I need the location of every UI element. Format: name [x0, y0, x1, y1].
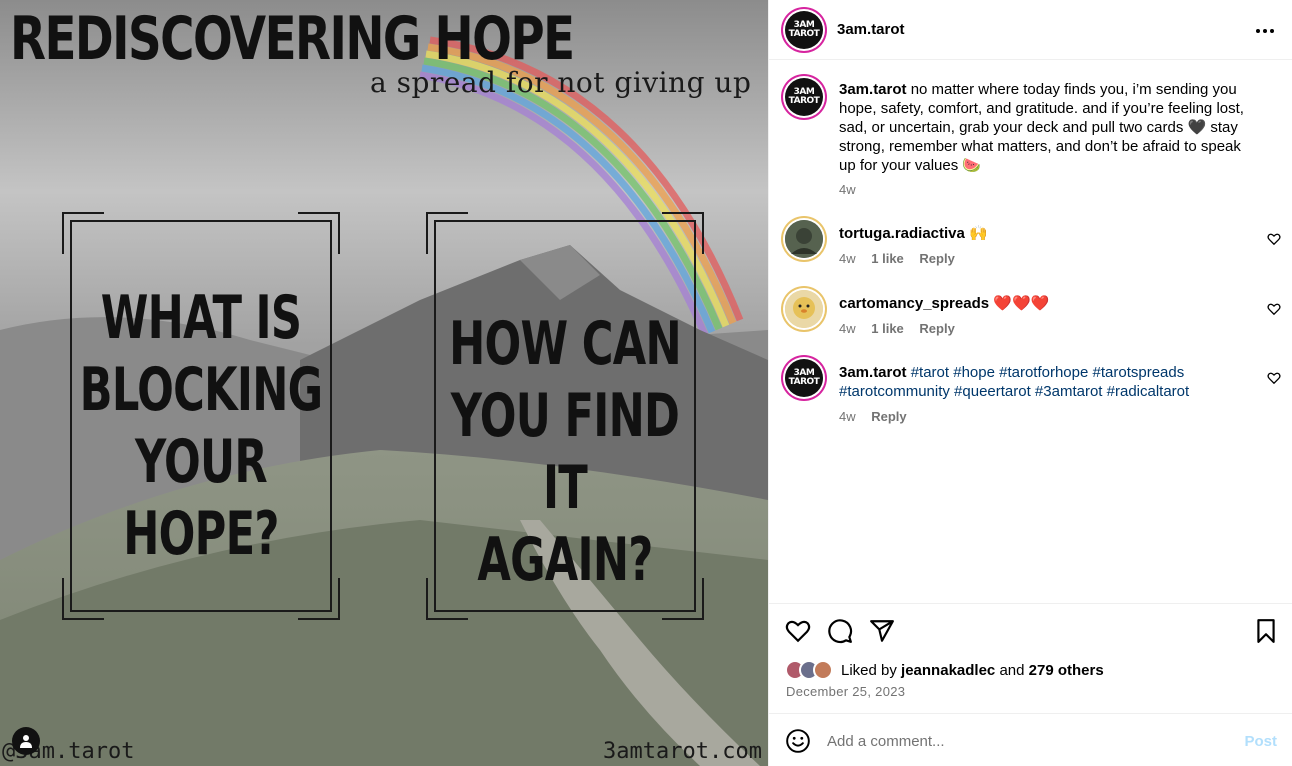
comment-body: tortuga.radiactiva 🙌 [839, 224, 1259, 243]
post-actions: Liked by jeannakadlec and 279 others Dec… [769, 603, 1292, 713]
comment-time[interactable]: 4w [839, 409, 856, 424]
comment-time[interactable]: 4w [839, 321, 856, 336]
caption-meta: 4w [839, 182, 868, 197]
liked-by-row: Liked by jeannakadlec and 279 others [785, 660, 1104, 680]
comment-item: cartomancy_spreads ❤️❤️❤️ 4w 1 like Repl… [769, 290, 1292, 340]
image-subtitle: a spread for not giving up [370, 66, 752, 99]
like-heart-icon[interactable] [785, 618, 811, 644]
commenter-avatar[interactable] [785, 220, 823, 258]
post-comment-button[interactable]: Post [1244, 733, 1277, 750]
comment-item: tortuga.radiactiva 🙌 4w 1 like Reply [769, 220, 1292, 270]
tagged-users-button[interactable] [12, 727, 40, 755]
emoji-smiley-icon[interactable] [785, 728, 811, 754]
caption-avatar[interactable]: 3AM TAROT [785, 78, 823, 116]
post-date[interactable]: December 25, 2023 [786, 684, 905, 699]
post-header: 3AM TAROT 3am.tarot [769, 0, 1292, 60]
more-horizontal-icon [1256, 29, 1274, 33]
image-title: REDISCOVERING HOPE [10, 4, 575, 74]
caption: 3AM TAROT 3am.tarot no matter where toda… [769, 78, 1292, 198]
comment-text: ❤️❤️❤️ [993, 295, 1050, 312]
image-site-watermark: 3amtarot.com [603, 739, 762, 764]
caption-username[interactable]: 3am.tarot [839, 81, 907, 98]
comment-likes[interactable]: 1 like [871, 321, 904, 336]
comment-time[interactable]: 4w [839, 251, 856, 266]
liker-avatar[interactable] [813, 660, 833, 680]
liked-by-user[interactable]: jeannakadlec [901, 662, 995, 679]
reply-button[interactable]: Reply [919, 251, 954, 266]
comment-body: 3am.tarot #tarot #hope #tarotforhope #ta… [839, 363, 1259, 401]
comment-username[interactable]: 3am.tarot [839, 364, 907, 381]
avatar-logo-text: 3AM TAROT [788, 20, 820, 39]
post-side-panel: 3AM TAROT 3am.tarot 3AM TAROT 3am.tarot … [768, 0, 1292, 766]
post-image[interactable]: REDISCOVERING HOPE a spread for not givi… [0, 0, 768, 766]
comment-item: 3AM TAROT 3am.tarot #tarot #hope #tarotf… [769, 359, 1292, 429]
avatar-duck-icon [785, 290, 823, 328]
comment-meta: 4w Reply [839, 409, 919, 424]
caption-body: 3am.tarot no matter where today finds yo… [839, 80, 1259, 175]
avatar-logo-text: 3AM TAROT [788, 368, 820, 387]
liked-by-others[interactable]: 279 others [1029, 662, 1104, 679]
author-username[interactable]: 3am.tarot [837, 21, 905, 38]
comment-body: cartomancy_spreads ❤️❤️❤️ [839, 294, 1259, 313]
commenter-avatar[interactable] [785, 290, 823, 328]
caption-time[interactable]: 4w [839, 182, 856, 197]
card-text-left: WHAT IS BLOCKING YOUR HOPE? [79, 283, 323, 569]
comment-likes[interactable]: 1 like [871, 251, 904, 266]
commenter-avatar[interactable]: 3AM TAROT [785, 359, 823, 397]
more-options-button[interactable] [1255, 22, 1275, 34]
save-bookmark-icon[interactable] [1253, 618, 1279, 644]
liked-by-text: Liked by jeannakadlec and 279 others [841, 662, 1104, 679]
avatar-photo-icon [785, 220, 823, 258]
card-text-right: HOW CAN YOU FIND IT AGAIN? [449, 309, 682, 595]
liked-by-prefix: Liked by [841, 661, 897, 679]
reply-button[interactable]: Reply [871, 409, 906, 424]
avatar-logo-text: 3AM TAROT [788, 87, 820, 106]
author-avatar[interactable]: 3AM TAROT [785, 11, 823, 49]
comment-meta: 4w 1 like Reply [839, 251, 967, 266]
user-icon [20, 735, 32, 748]
liked-by-and: and [999, 661, 1025, 679]
comment-text: 🙌 [969, 225, 988, 242]
comment-bubble-icon[interactable] [827, 618, 853, 644]
like-comment-heart-icon[interactable] [1267, 371, 1281, 385]
comment-input[interactable] [827, 730, 1207, 752]
add-comment-bar: Post [769, 713, 1292, 766]
comment-meta: 4w 1 like Reply [839, 321, 967, 336]
comment-username[interactable]: tortuga.radiactiva [839, 225, 965, 242]
like-comment-heart-icon[interactable] [1267, 302, 1281, 316]
comment-username[interactable]: cartomancy_spreads [839, 295, 989, 312]
like-comment-heart-icon[interactable] [1267, 232, 1281, 246]
reply-button[interactable]: Reply [919, 321, 954, 336]
share-send-icon[interactable] [869, 618, 895, 644]
